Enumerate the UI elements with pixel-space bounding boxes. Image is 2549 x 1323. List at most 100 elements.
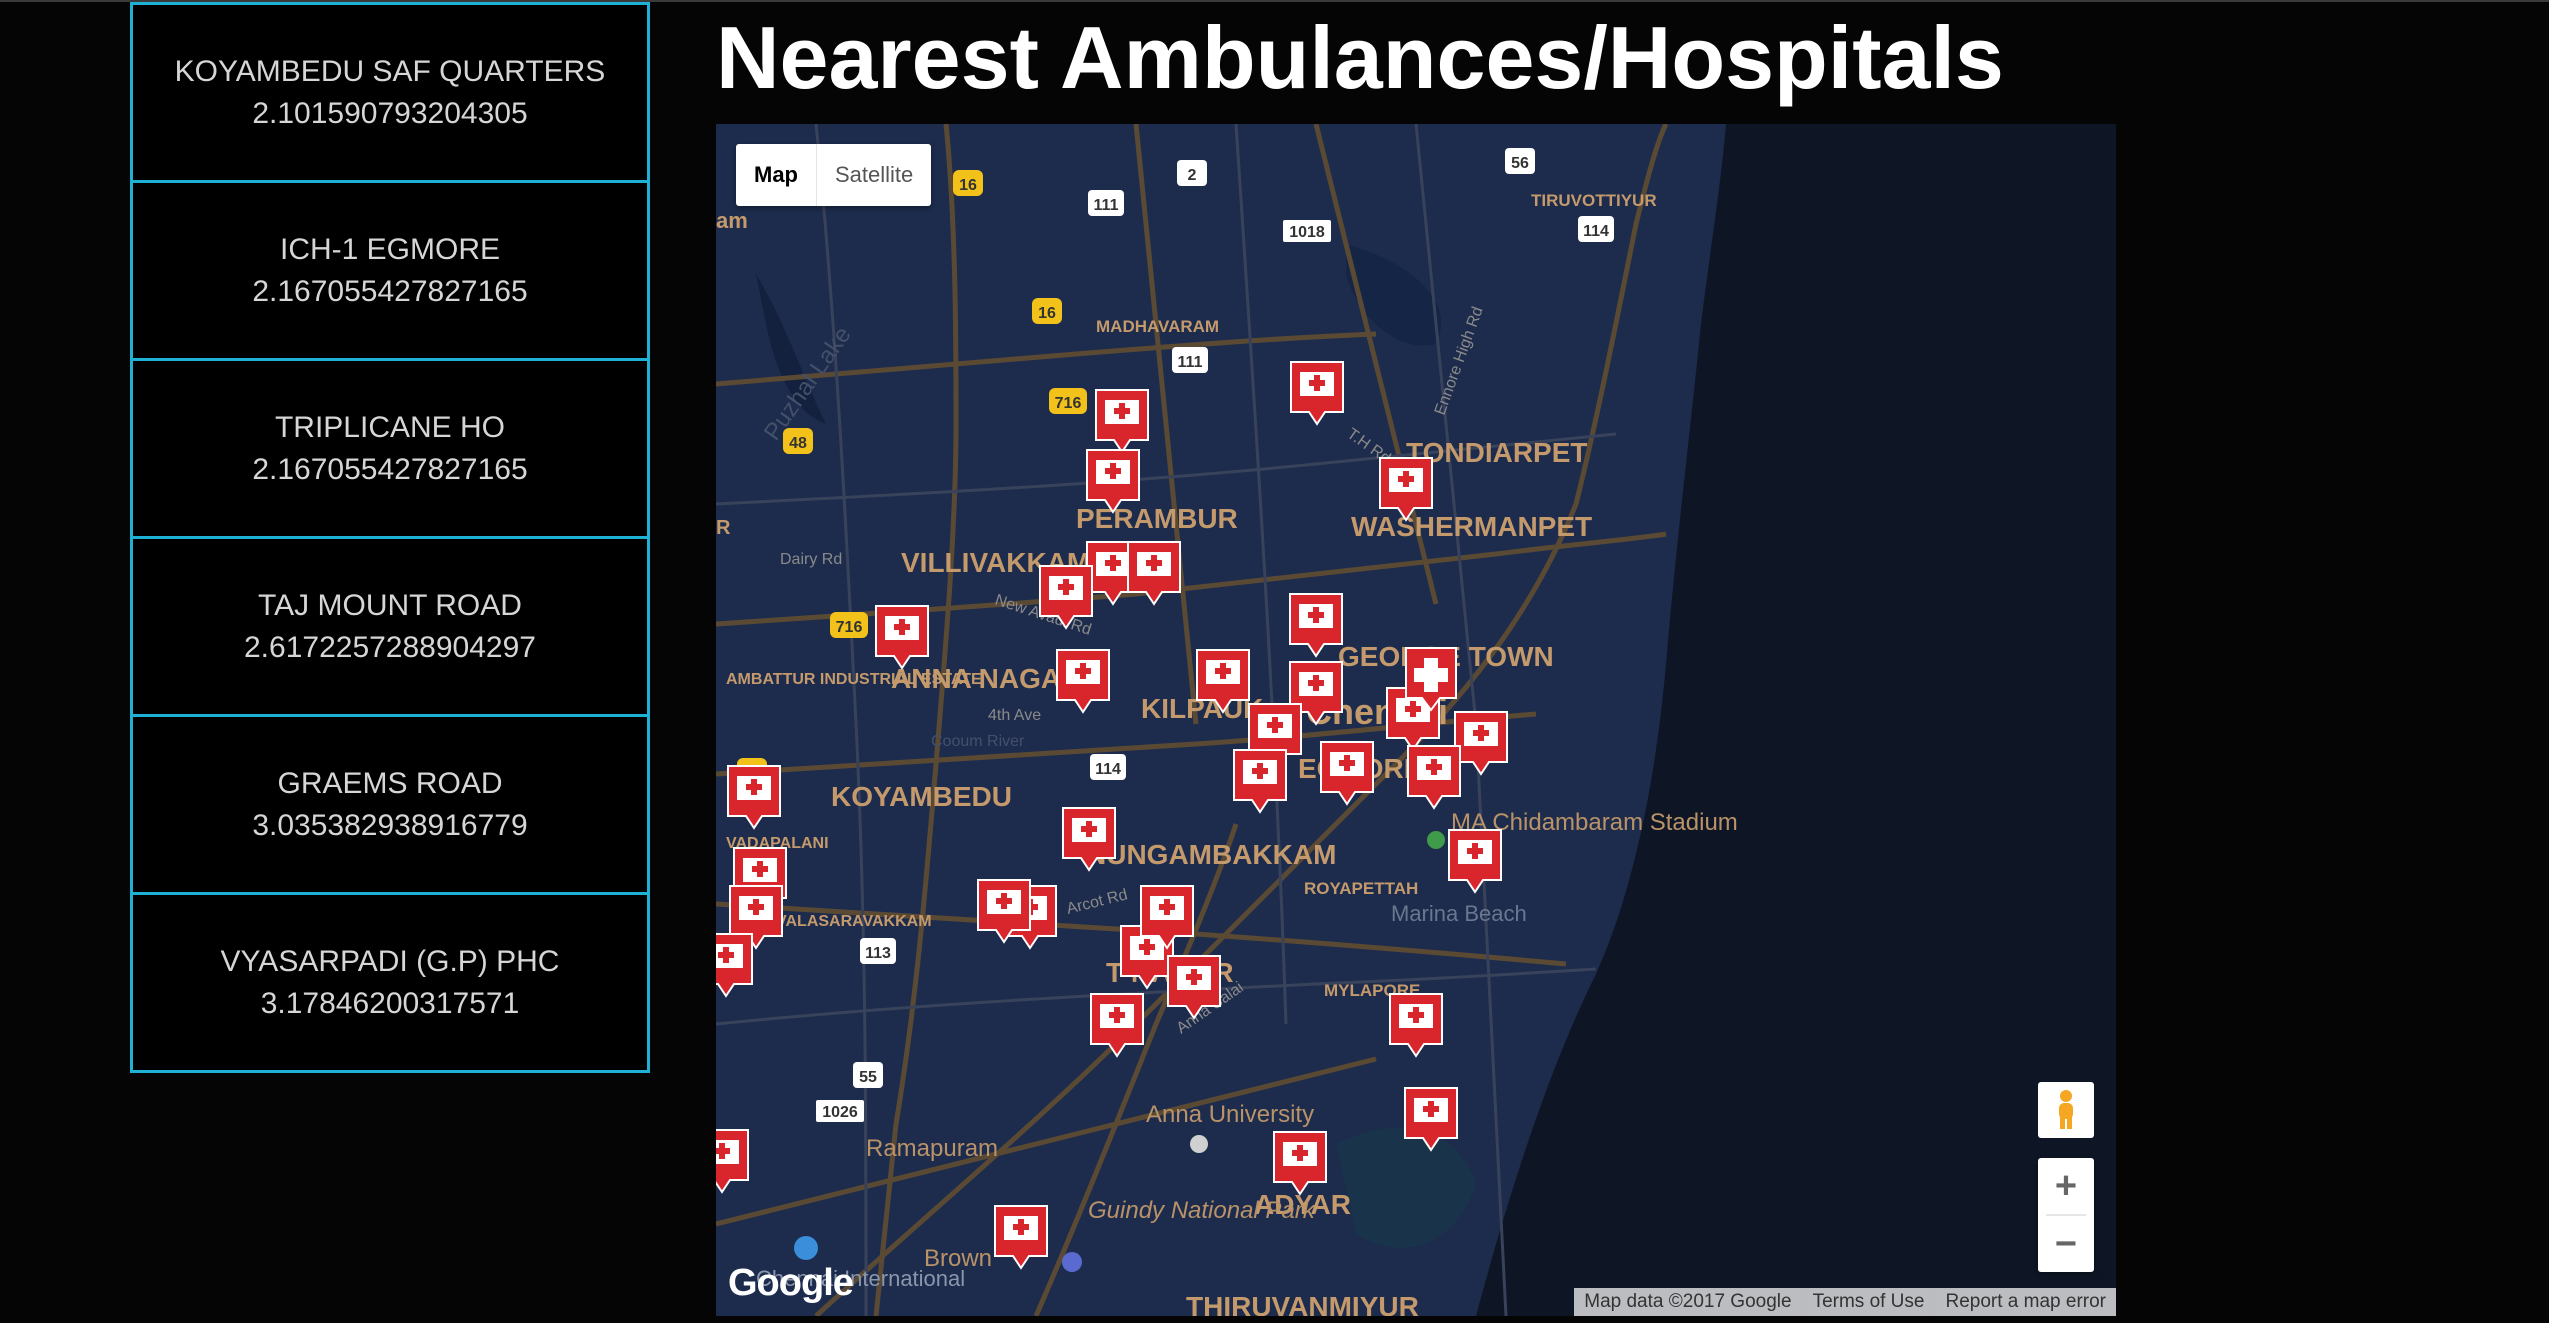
terms-link[interactable]: Terms of Use xyxy=(1801,1288,1935,1316)
airport-icon xyxy=(794,1236,818,1260)
place-label: Guindy National Park xyxy=(1088,1197,1317,1224)
road-shield-label: 716 xyxy=(1055,395,1082,412)
road-shield-label: 113 xyxy=(865,945,891,962)
road-label: 4th Ave xyxy=(988,707,1041,724)
zoom-out-button[interactable]: − xyxy=(2038,1216,2094,1272)
hospital-marker[interactable] xyxy=(1290,361,1344,425)
road-shield: 716 xyxy=(1049,388,1087,414)
station-distance: 3.17846200317571 xyxy=(260,986,520,1020)
road-shield: 114 xyxy=(1090,754,1126,780)
map-view[interactable]: TIRUVOTTIYUR MADHAVARAM TONDIARPET PERAM… xyxy=(716,124,2116,1316)
university-icon xyxy=(1190,1135,1208,1153)
hospital-marker[interactable] xyxy=(1056,649,1110,713)
road-shield-label: 1018 xyxy=(1289,224,1325,241)
road-shield: 113 xyxy=(860,938,896,964)
hospital-marker[interactable] xyxy=(1090,993,1144,1057)
road-shield: 2 xyxy=(1177,160,1207,186)
list-item[interactable]: TRIPLICANE HO 2.167055427827165 xyxy=(130,358,650,539)
road-shield: 16 xyxy=(953,170,983,196)
road-shield: 114 xyxy=(1578,216,1614,242)
station-name: VYASARPADI (G.P) PHC xyxy=(220,944,560,978)
road-shield: 48 xyxy=(783,428,813,454)
ambulance-marker[interactable] xyxy=(716,933,753,997)
report-error-link[interactable]: Report a map error xyxy=(1934,1288,2116,1316)
map-attribution: Map data ©2017 Google Terms of Use Repor… xyxy=(1574,1288,2116,1316)
hospital-marker[interactable] xyxy=(1289,593,1343,657)
station-distance: 2.167055427827165 xyxy=(252,274,528,308)
list-item[interactable]: VYASARPADI (G.P) PHC 3.17846200317571 xyxy=(130,892,650,1073)
road-shield: 1026 xyxy=(816,1100,864,1122)
zoom-control: + − xyxy=(2038,1158,2094,1272)
results-list: KOYAMBEDU SAF QUARTERS 2.101590793204305… xyxy=(130,2,650,1073)
station-name: TAJ MOUNT ROAD xyxy=(258,588,522,622)
place-label: Anna University xyxy=(1146,1101,1314,1128)
road-shield-label: 114 xyxy=(1095,761,1121,778)
map-type-satellite-button[interactable]: Satellite xyxy=(816,144,931,206)
station-name: GRAEMS ROAD xyxy=(277,766,503,800)
hospital-markers[interactable] xyxy=(875,361,1508,1269)
place-label: Brown xyxy=(924,1245,992,1272)
road-shield-label: 16 xyxy=(959,177,977,194)
station-name: KOYAMBEDU SAF QUARTERS xyxy=(174,54,606,88)
park xyxy=(1336,1127,1476,1248)
station-distance: 2.167055427827165 xyxy=(252,452,528,486)
list-item[interactable]: ICH-1 EGMORE 2.167055427827165 xyxy=(130,180,650,361)
road-shield-label: 2 xyxy=(1188,167,1197,184)
area-label: ROYAPETTAH xyxy=(1304,879,1418,898)
area-label: TIRUVOTTIYUR xyxy=(1531,191,1657,210)
station-distance: 2.6172257288904297 xyxy=(244,630,536,664)
road-shield: 16 xyxy=(1032,298,1062,324)
road-shield: 55 xyxy=(853,1062,883,1088)
road-label: Dairy Rd xyxy=(780,551,842,568)
street-view-pegman[interactable] xyxy=(2038,1082,2094,1138)
list-item[interactable]: TAJ MOUNT ROAD 2.6172257288904297 xyxy=(130,536,650,717)
area-label: VALASARAVAKKAM xyxy=(776,913,932,930)
road-label: Arcot Rd xyxy=(1065,886,1130,918)
zoom-in-button[interactable]: + xyxy=(2038,1158,2094,1214)
road-label: Cooum River xyxy=(931,733,1025,750)
area-label: R xyxy=(716,517,731,539)
hospital-marker[interactable] xyxy=(875,605,929,669)
area-label: TONDIARPET xyxy=(1406,437,1588,468)
road-shield-label: 111 xyxy=(1094,197,1119,214)
road-shield-label: 111 xyxy=(1178,354,1203,371)
road-shield: 111 xyxy=(1172,347,1208,373)
station-name: ICH-1 EGMORE xyxy=(279,232,501,266)
list-item[interactable]: GRAEMS ROAD 3.035382938916779 xyxy=(130,714,650,895)
google-logo: Google xyxy=(728,1262,854,1304)
area-label: MADHAVARAM xyxy=(1096,317,1219,336)
map-type-control: Map Satellite xyxy=(736,144,932,206)
station-distance: 2.101590793204305 xyxy=(252,96,528,130)
road-shield-label: 114 xyxy=(1583,223,1609,240)
hospital-marker[interactable] xyxy=(1273,1131,1327,1195)
road-shield-label: 56 xyxy=(1511,155,1529,172)
area-label: PERAMBUR xyxy=(1076,503,1238,534)
hospital-marker[interactable] xyxy=(1454,711,1508,775)
stadium-icon xyxy=(1427,831,1445,849)
station-name: TRIPLICANE HO xyxy=(274,410,506,444)
page-title: Nearest Ambulances/Hospitals xyxy=(716,8,2004,107)
list-item[interactable]: KOYAMBEDU SAF QUARTERS 2.101590793204305 xyxy=(130,2,650,183)
road-shield-label: 716 xyxy=(836,619,863,636)
map-canvas[interactable]: TIRUVOTTIYUR MADHAVARAM TONDIARPET PERAM… xyxy=(716,124,2116,1316)
area-label: am xyxy=(716,208,748,233)
area-label: KOYAMBEDU xyxy=(831,781,1012,812)
ambulance-marker[interactable] xyxy=(716,1129,749,1193)
road-shield-label: 55 xyxy=(859,1069,877,1086)
area-label: WASHERMANPET xyxy=(1351,511,1592,542)
hospital-marker[interactable] xyxy=(1095,389,1149,453)
map-type-map-button[interactable]: Map xyxy=(736,144,816,206)
hospital-marker[interactable] xyxy=(1448,829,1502,893)
road-shield-label: 48 xyxy=(789,435,807,452)
pegman-icon xyxy=(2059,1090,2073,1129)
map-data-credit: Map data ©2017 Google xyxy=(1584,1291,1792,1312)
hospital-marker[interactable] xyxy=(1389,993,1443,1057)
road-shield: 56 xyxy=(1505,148,1535,174)
road-shield: 111 xyxy=(1088,190,1124,216)
police-icon xyxy=(1062,1252,1082,1272)
station-distance: 3.035382938916779 xyxy=(252,808,528,842)
ambulance-marker[interactable] xyxy=(727,765,781,829)
road-shield-label: 16 xyxy=(1038,305,1056,322)
hospital-marker[interactable] xyxy=(994,1205,1048,1269)
hospital-marker[interactable] xyxy=(1407,745,1461,809)
